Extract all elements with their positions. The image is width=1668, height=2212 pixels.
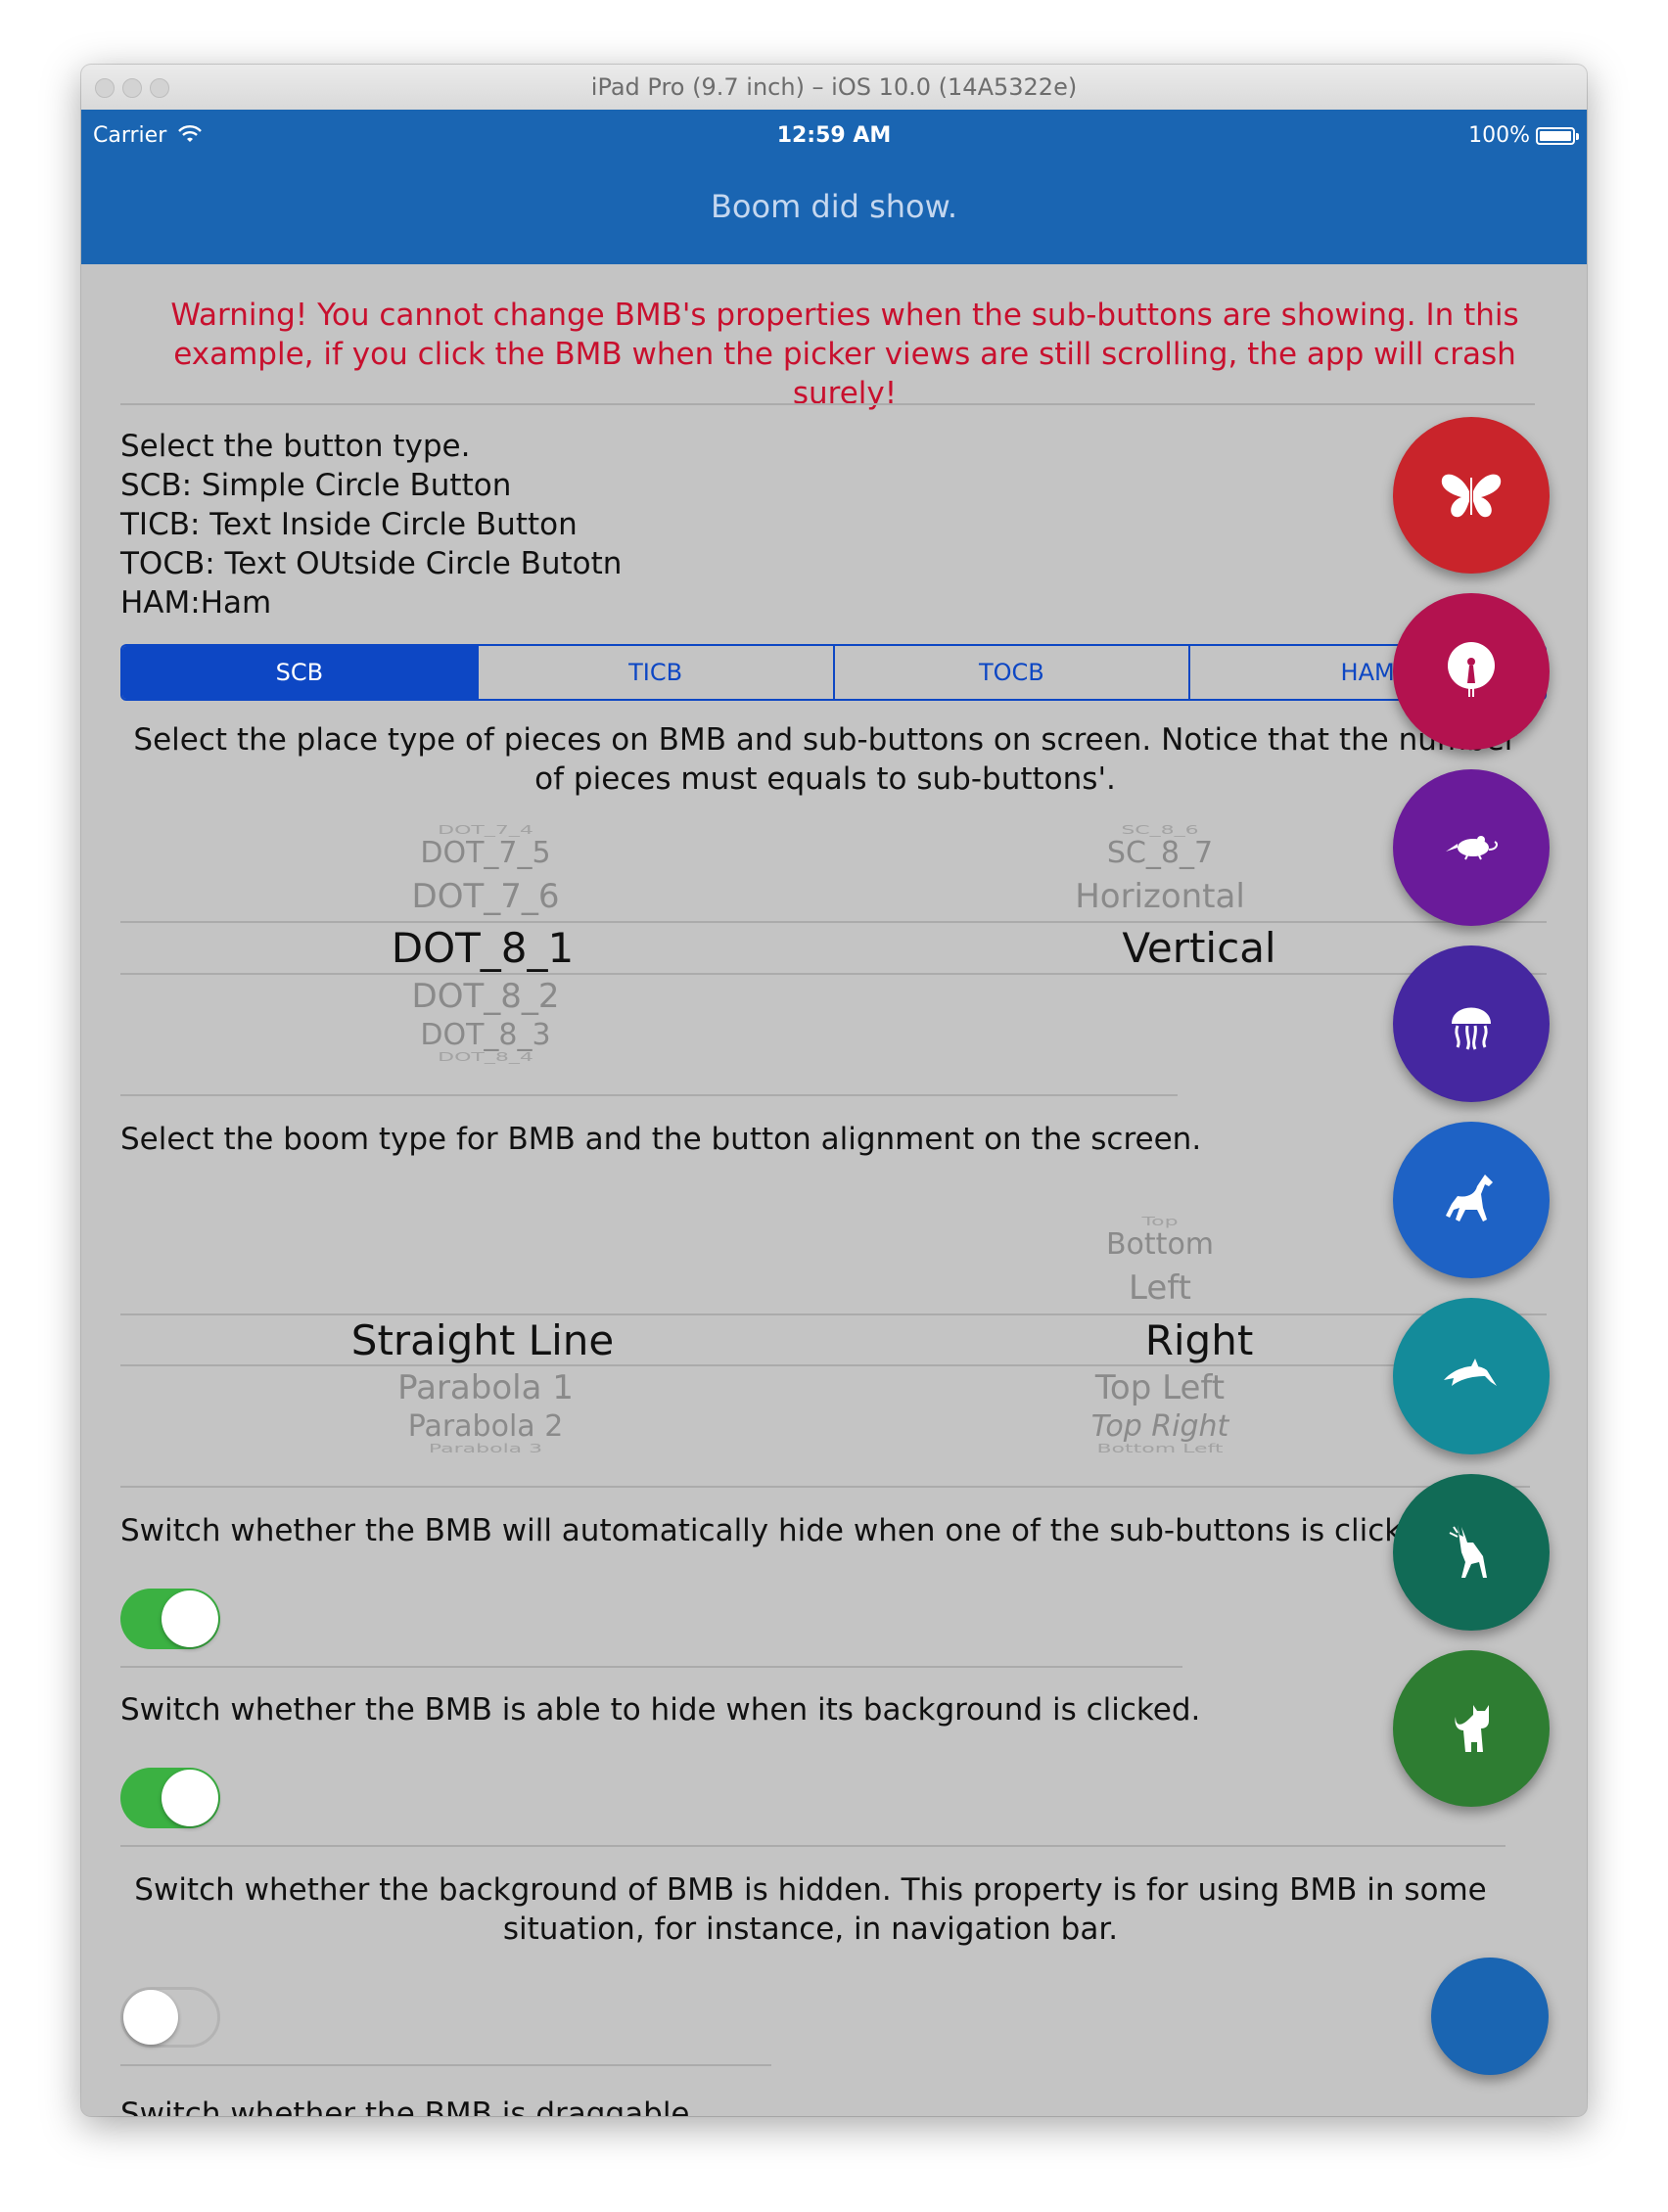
- window-title: iPad Pro (9.7 inch) – iOS 10.0 (14A5322e…: [590, 73, 1078, 101]
- switch-knob: [162, 1770, 218, 1826]
- warning-message: Warning! You cannot change BMB's propert…: [170, 298, 1519, 411]
- picker-selection-line: [120, 921, 1547, 923]
- app-screen: Carrier 12:59 AM 100% Boom did show. War…: [81, 110, 1587, 2116]
- picker-row[interactable]: Top Left: [1095, 1368, 1225, 1407]
- sub-button-butterfly[interactable]: [1393, 417, 1550, 574]
- rat-icon: [1446, 836, 1498, 860]
- picker-row[interactable]: Horizontal: [1075, 877, 1245, 916]
- button-type-segmented-control: SCB TICB TOCB HAM: [120, 644, 1547, 701]
- battery-status: 100%: [1468, 123, 1579, 148]
- divider: [120, 1666, 1182, 1668]
- switch-knob: [162, 1590, 218, 1647]
- button-type-line: SCB: Simple Circle Button: [120, 468, 512, 503]
- picker-selected-row[interactable]: Straight Line: [351, 1316, 614, 1364]
- clock: 12:59 AM: [776, 123, 892, 148]
- cat-icon: [1455, 1705, 1489, 1752]
- picker-row[interactable]: Bottom Left: [1096, 1443, 1223, 1456]
- navigation-bar: Carrier 12:59 AM 100% Boom did show.: [81, 110, 1587, 264]
- picker-selected-row[interactable]: Right: [1145, 1316, 1254, 1364]
- segment-ticb[interactable]: TICB: [479, 646, 835, 699]
- background-hidden-switch[interactable]: [120, 1987, 220, 2048]
- button-type-line: HAM:Ham: [120, 585, 272, 621]
- dolphin-icon: [1444, 1359, 1497, 1386]
- button-type-line: TOCB: Text OUtside Circle Butotn: [120, 546, 623, 581]
- background-hide-label: Switch whether the BMB is able to hide w…: [120, 1692, 1201, 1728]
- background-hide-switch[interactable]: [120, 1768, 220, 1828]
- picker-selected-row[interactable]: DOT_8_1: [392, 924, 575, 972]
- picker-row[interactable]: DOT_8_2: [412, 977, 560, 1016]
- picker-row[interactable]: Parabola 3: [429, 1443, 542, 1456]
- picker-selection-line: [120, 1364, 1547, 1366]
- picker-row[interactable]: SC_8_7: [1107, 836, 1213, 870]
- divider: [120, 1486, 1530, 1488]
- picker-row[interactable]: Bottom: [1106, 1227, 1214, 1262]
- sub-button-deer[interactable]: [1393, 1474, 1550, 1631]
- window-titlebar: iPad Pro (9.7 inch) – iOS 10.0 (14A5322e…: [81, 65, 1587, 111]
- button-type-description: Select the button type. SCB: Simple Circ…: [120, 427, 622, 622]
- battery-icon: [1536, 126, 1579, 145]
- switch-knob: [123, 1990, 178, 2045]
- place-type-description: Select the place type of pieces on BMB a…: [133, 722, 1517, 797]
- picker-selected-row[interactable]: Vertical: [1122, 924, 1275, 972]
- picker-row[interactable]: DOT_8_4: [438, 1051, 533, 1065]
- picker-row[interactable]: Left: [1129, 1268, 1191, 1308]
- sub-button-jellyfish[interactable]: [1393, 945, 1550, 1102]
- sub-button-peacock[interactable]: [1393, 593, 1550, 750]
- button-type-line: TICB: Text Inside Circle Button: [120, 507, 578, 542]
- auto-hide-label: Switch whether the BMB will automaticall…: [120, 1513, 1449, 1548]
- simulator-window: iPad Pro (9.7 inch) – iOS 10.0 (14A5322e…: [81, 65, 1587, 2116]
- sub-button-rat[interactable]: [1393, 769, 1550, 926]
- deer-icon: [1449, 1525, 1487, 1578]
- auto-hide-switch[interactable]: [120, 1589, 220, 1649]
- divider: [120, 2064, 771, 2066]
- boom-menu-button[interactable]: [1431, 1958, 1549, 2075]
- picker-row[interactable]: Parabola 2: [408, 1409, 564, 1444]
- horse-icon: [1446, 1175, 1493, 1221]
- picker-row[interactable]: DOT_7_6: [412, 877, 560, 916]
- nav-title: Boom did show.: [710, 188, 958, 225]
- picker-row[interactable]: DOT_7_5: [420, 836, 550, 870]
- picker-row[interactable]: Top Right: [1091, 1409, 1229, 1444]
- sub-button-horse[interactable]: [1393, 1122, 1550, 1278]
- picker-selection-line: [120, 973, 1547, 975]
- button-type-line: Select the button type.: [120, 429, 471, 464]
- battery-percentage: 100%: [1468, 123, 1530, 148]
- peacock-icon: [1448, 642, 1495, 697]
- draggable-label: Switch whether the BMB is draggable.: [120, 2097, 700, 2116]
- sub-button-cat[interactable]: [1393, 1650, 1550, 1807]
- picker-row[interactable]: Parabola 1: [397, 1368, 574, 1407]
- segment-scb[interactable]: SCB: [122, 646, 479, 699]
- segment-tocb[interactable]: TOCB: [835, 646, 1191, 699]
- divider: [120, 1845, 1506, 1847]
- butterfly-icon: [1441, 474, 1502, 518]
- sub-button-dolphin[interactable]: [1393, 1298, 1550, 1454]
- picker-row[interactable]: DOT_8_3: [420, 1018, 550, 1052]
- divider: [120, 403, 1535, 405]
- boom-type-description: Select the boom type for BMB and the but…: [120, 1122, 1202, 1157]
- jellyfish-icon: [1452, 1007, 1491, 1050]
- picker-selection-line: [120, 1313, 1547, 1315]
- background-hidden-label: Switch whether the background of BMB is …: [134, 1872, 1487, 1947]
- divider: [120, 1094, 1178, 1096]
